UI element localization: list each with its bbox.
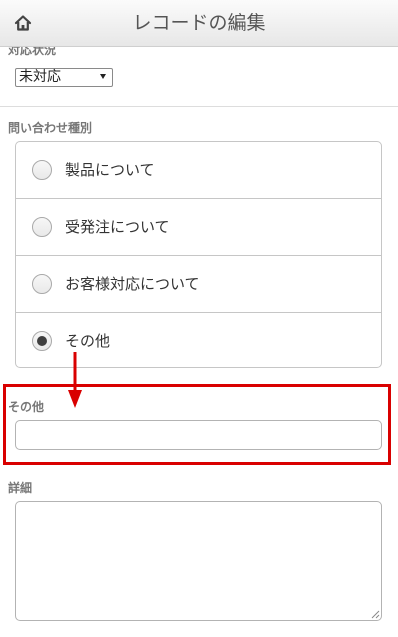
- inquiry-type-radio-group: 製品について 受発注について お客様対応について その他: [15, 141, 382, 368]
- page-title: レコードの編集: [132, 12, 266, 34]
- annotation-arrow-icon: [68, 352, 82, 408]
- header-bar: レコードの編集: [0, 0, 398, 47]
- radio-option-label: お客様対応について: [65, 275, 200, 293]
- dropdown-arrow-icon: [100, 74, 106, 79]
- radio-button[interactable]: [32, 160, 52, 180]
- edit-record-page: レコードの編集 対応状況 未対応 問い合わせ種別 製品について 受発注について …: [0, 0, 398, 637]
- details-label: 詳細: [8, 481, 33, 495]
- other-text-input[interactable]: [15, 420, 382, 450]
- inquiry-type-label: 問い合わせ種別: [8, 121, 93, 135]
- radio-option-orders[interactable]: 受発注について: [16, 199, 381, 256]
- radio-option-customer-service[interactable]: お客様対応について: [16, 256, 381, 313]
- radio-button-checked[interactable]: [32, 331, 52, 351]
- other-field-label: その他: [8, 400, 45, 414]
- resize-handle-icon[interactable]: [370, 609, 380, 619]
- radio-option-product[interactable]: 製品について: [16, 142, 381, 199]
- radio-button[interactable]: [32, 274, 52, 294]
- radio-option-label: 受発注について: [65, 218, 170, 236]
- section-divider: [0, 106, 398, 107]
- status-selected-value: 未対応: [19, 69, 61, 85]
- status-select[interactable]: 未対応: [15, 68, 113, 87]
- radio-option-label: 製品について: [65, 161, 155, 179]
- details-textarea[interactable]: [15, 501, 382, 621]
- radio-button[interactable]: [32, 217, 52, 237]
